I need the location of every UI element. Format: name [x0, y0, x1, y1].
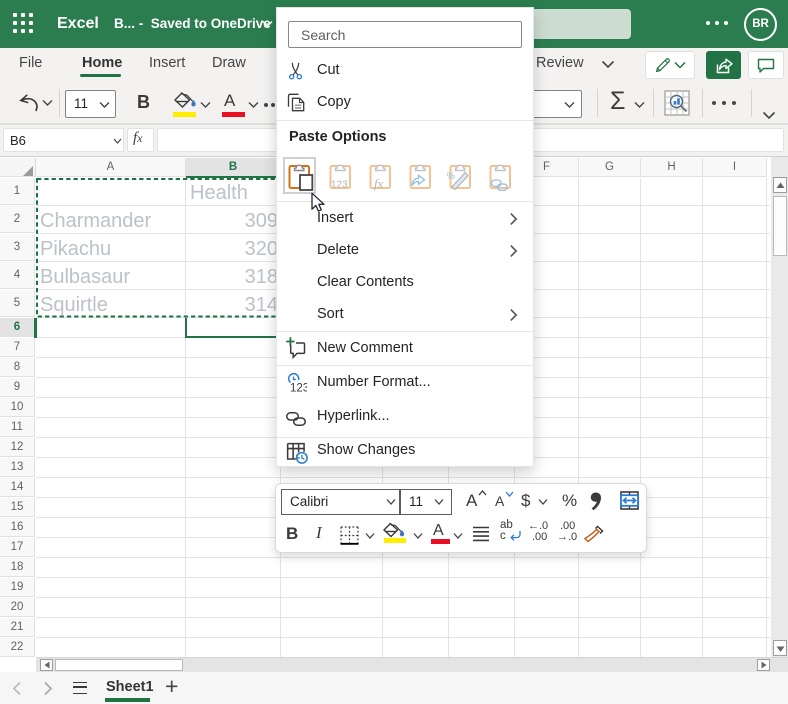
svg-text:123: 123 — [290, 383, 307, 394]
svg-text:fx: fx — [374, 176, 384, 191]
svg-text:%: % — [447, 171, 456, 182]
svg-text:123: 123 — [331, 180, 348, 191]
